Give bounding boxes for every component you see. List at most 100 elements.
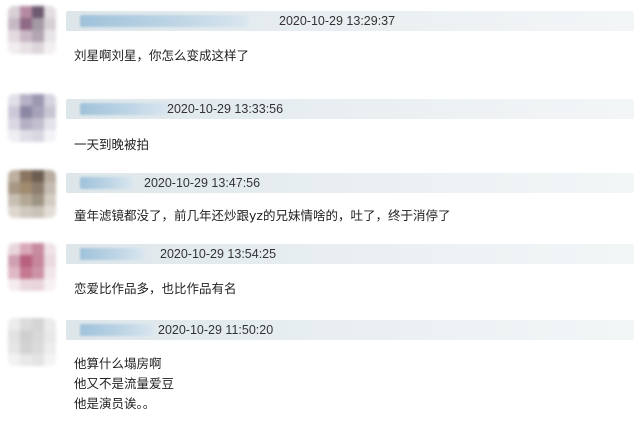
avatar-pixel bbox=[32, 267, 44, 279]
avatar-pixel bbox=[8, 330, 20, 342]
avatar-pixel bbox=[8, 243, 20, 255]
comment-text: 刘星啊刘星，你怎么变成这样了 bbox=[74, 46, 249, 66]
avatar-pixel bbox=[8, 6, 20, 18]
avatar-pixel bbox=[8, 206, 20, 218]
comment-line: 一天到晚被拍 bbox=[74, 137, 150, 152]
avatar-pixel bbox=[8, 267, 20, 279]
avatar-pixel bbox=[8, 42, 20, 54]
avatar-pixel bbox=[32, 6, 44, 18]
comment-meta-bar: 2020-10-29 13:33:56 bbox=[66, 99, 634, 119]
username[interactable] bbox=[80, 15, 248, 27]
avatar-pixel bbox=[44, 318, 56, 330]
avatar-pixel bbox=[20, 267, 32, 279]
avatar-pixel bbox=[44, 170, 56, 182]
comment-text: 他算什么塌房啊 他又不是流量爱豆 他是演员诶。。 bbox=[74, 354, 174, 414]
timestamp: 2020-10-29 13:29:37 bbox=[279, 14, 396, 28]
username[interactable] bbox=[80, 248, 144, 260]
avatar-pixel bbox=[44, 342, 56, 354]
avatar-pixel bbox=[20, 118, 32, 130]
avatar[interactable] bbox=[8, 318, 56, 366]
avatar-pixel bbox=[20, 279, 32, 291]
avatar-pixel bbox=[20, 106, 32, 118]
avatar-pixel bbox=[32, 42, 44, 54]
avatar-pixel bbox=[44, 130, 56, 142]
comment-line: 童年滤镜都没了，前几年还炒跟yz的兄妹情啥的，吐了，终于消停了 bbox=[74, 208, 451, 223]
username[interactable] bbox=[80, 103, 168, 115]
avatar-pixel bbox=[32, 330, 44, 342]
avatar-pixel bbox=[8, 170, 20, 182]
comment-text: 一天到晚被拍 bbox=[74, 135, 149, 155]
avatar-pixel bbox=[32, 354, 44, 366]
avatar-pixel bbox=[20, 170, 32, 182]
avatar-pixel bbox=[44, 243, 56, 255]
avatar-pixel bbox=[8, 318, 20, 330]
comment-line: 他又不是流量爱豆 bbox=[74, 376, 175, 391]
username[interactable] bbox=[80, 324, 154, 336]
avatar-pixel bbox=[44, 106, 56, 118]
avatar-pixel bbox=[32, 130, 44, 142]
comment-line: 恋爱比作品多，也比作品有名 bbox=[74, 281, 237, 296]
avatar-pixel bbox=[44, 94, 56, 106]
avatar-pixel bbox=[20, 30, 32, 42]
avatar-pixel bbox=[44, 267, 56, 279]
avatar-pixel bbox=[44, 330, 56, 342]
avatar[interactable] bbox=[8, 170, 56, 218]
avatar-pixel bbox=[32, 18, 44, 30]
avatar-pixel bbox=[44, 6, 56, 18]
avatar-pixel bbox=[20, 18, 32, 30]
avatar-pixel bbox=[32, 30, 44, 42]
avatar-pixel bbox=[20, 182, 32, 194]
avatar-pixel bbox=[32, 279, 44, 291]
avatar-pixel bbox=[44, 255, 56, 267]
avatar-pixel bbox=[8, 342, 20, 354]
timestamp: 2020-10-29 11:50:20 bbox=[158, 323, 274, 337]
avatar-pixel bbox=[44, 18, 56, 30]
avatar-pixel bbox=[44, 279, 56, 291]
avatar-pixel bbox=[20, 243, 32, 255]
avatar-pixel bbox=[8, 194, 20, 206]
avatar-pixel bbox=[8, 182, 20, 194]
comment-text: 恋爱比作品多，也比作品有名 bbox=[74, 279, 237, 299]
avatar-pixel bbox=[32, 170, 44, 182]
avatar-pixel bbox=[20, 255, 32, 267]
comment-meta-bar: 2020-10-29 13:47:56 bbox=[66, 173, 634, 193]
avatar-pixel bbox=[44, 206, 56, 218]
avatar-pixel bbox=[8, 354, 20, 366]
avatar-pixel bbox=[8, 30, 20, 42]
avatar[interactable] bbox=[8, 94, 56, 142]
username[interactable] bbox=[80, 177, 132, 189]
avatar-pixel bbox=[44, 354, 56, 366]
avatar-pixel bbox=[20, 330, 32, 342]
avatar-pixel bbox=[20, 318, 32, 330]
timestamp: 2020-10-29 13:47:56 bbox=[144, 176, 261, 190]
avatar-pixel bbox=[8, 94, 20, 106]
comment-meta-bar: 2020-10-29 13:54:25 bbox=[66, 244, 634, 264]
avatar-pixel bbox=[20, 206, 32, 218]
avatar-pixel bbox=[8, 255, 20, 267]
avatar-pixel bbox=[32, 118, 44, 130]
avatar-pixel bbox=[20, 42, 32, 54]
avatar-pixel bbox=[20, 354, 32, 366]
avatar-pixel bbox=[8, 118, 20, 130]
avatar-pixel bbox=[8, 18, 20, 30]
avatar-pixel bbox=[44, 42, 56, 54]
avatar-pixel bbox=[32, 94, 44, 106]
avatar-pixel bbox=[20, 130, 32, 142]
avatar-pixel bbox=[8, 130, 20, 142]
comment-text: 童年滤镜都没了，前几年还炒跟yz的兄妹情啥的，吐了，终于消停了 bbox=[74, 206, 450, 226]
comment-meta-bar: 2020-10-29 11:50:20 bbox=[66, 320, 634, 340]
comment-line: 刘星啊刘星，你怎么变成这样了 bbox=[74, 48, 250, 63]
timestamp: 2020-10-29 13:33:56 bbox=[167, 102, 284, 116]
avatar-pixel bbox=[32, 255, 44, 267]
avatar-pixel bbox=[8, 106, 20, 118]
avatar[interactable] bbox=[8, 243, 56, 291]
comment-meta-bar: 2020-10-29 13:29:37 bbox=[66, 11, 634, 31]
avatar-pixel bbox=[32, 342, 44, 354]
avatar-pixel bbox=[44, 182, 56, 194]
avatar-pixel bbox=[32, 106, 44, 118]
avatar-pixel bbox=[32, 182, 44, 194]
comment-line: 他是演员诶。。 bbox=[74, 396, 156, 411]
avatar-pixel bbox=[20, 6, 32, 18]
avatar-pixel bbox=[44, 194, 56, 206]
avatar[interactable] bbox=[8, 6, 56, 54]
